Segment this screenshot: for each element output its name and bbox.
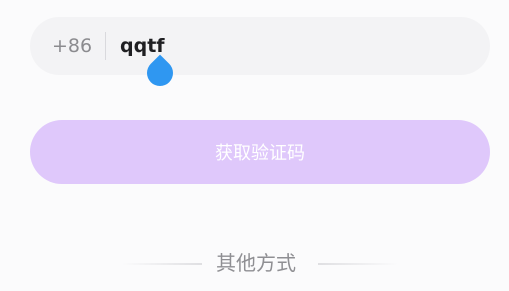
country-code-selector[interactable]: +86 bbox=[52, 34, 92, 58]
phone-number-input[interactable]: qqtf bbox=[120, 34, 165, 58]
other-login-methods: 其他方式 bbox=[0, 248, 509, 280]
country-code-divider bbox=[105, 32, 106, 60]
login-page: +86 qqtf 获取验证码 其他方式 bbox=[0, 0, 509, 291]
divider-right bbox=[318, 263, 398, 265]
get-verification-code-button[interactable]: 获取验证码 bbox=[30, 120, 490, 184]
phone-input-row[interactable]: +86 qqtf bbox=[30, 17, 490, 75]
other-methods-label: 其他方式 bbox=[216, 251, 296, 275]
divider-left bbox=[122, 263, 202, 265]
